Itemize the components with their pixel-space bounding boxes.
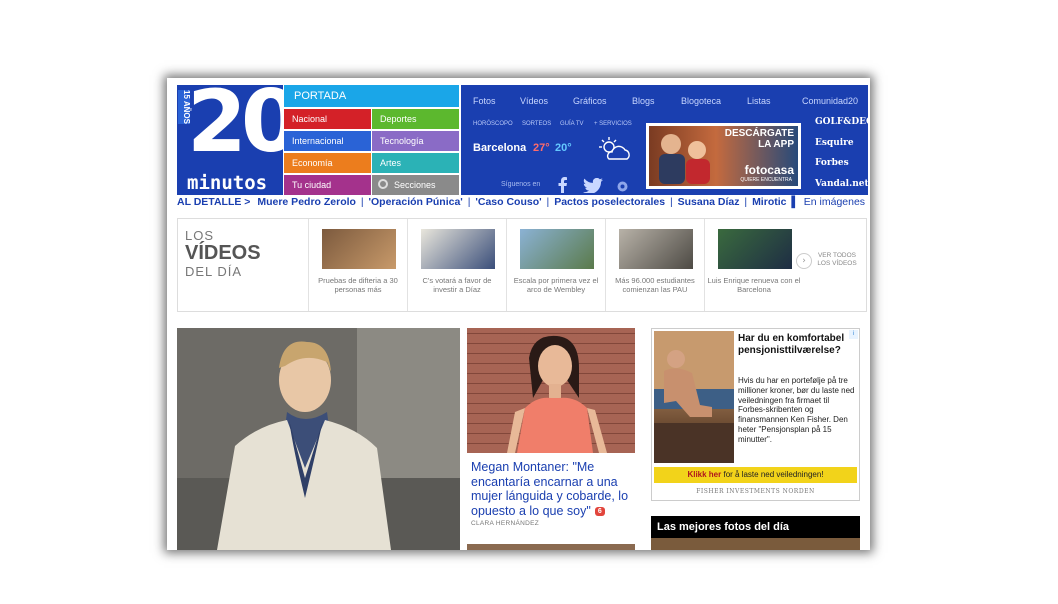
lead-photo[interactable] — [177, 328, 460, 550]
videos-title-del-dia: DEL DÍA — [185, 264, 243, 279]
ad-people-image — [659, 134, 710, 184]
ad-headline: DESCÁRGATE LA APP — [724, 128, 794, 150]
videos-of-the-day: LOS VÍDEOS DEL DÍA Pruebas de difteria a… — [177, 218, 867, 312]
twitter-icon[interactable] — [583, 178, 603, 193]
story-photo[interactable] — [467, 328, 635, 453]
subnav-0[interactable]: HORÓSCOPO — [473, 121, 513, 127]
logo-number: 20 — [187, 85, 283, 172]
partner-1[interactable]: Esquire — [815, 139, 854, 148]
video-thumbnail[interactable] — [421, 229, 495, 269]
topnav-3[interactable]: Blogs — [632, 97, 655, 106]
video-caption[interactable]: Más 96.000 estudiantes comienzan las PAU — [608, 276, 702, 295]
breaking-item[interactable]: 'Operación Púnica' — [369, 196, 463, 208]
topnav-5[interactable]: Listas — [747, 97, 771, 106]
side-ad-cta[interactable]: Klikk her for å laste ned veiledningen! — [654, 467, 857, 483]
weather-city[interactable]: Barcelona — [473, 143, 526, 154]
section-deportes[interactable]: Deportes — [372, 109, 459, 129]
browser-screenshot: 15 AÑOS 20 minutos PORTADA Nacional Depor… — [167, 78, 870, 550]
header-ad-banner[interactable]: DESCÁRGATE LA APP fotocasa QUIERE ENCUENT… — [646, 123, 801, 189]
section-nacional[interactable]: Nacional — [284, 109, 371, 129]
video-thumbnail[interactable] — [520, 229, 594, 269]
video-thumbnail[interactable] — [619, 229, 693, 269]
video-item[interactable]: Escala por primera vez el arco de Wemble… — [506, 219, 605, 311]
topnav-0[interactable]: Fotos — [473, 97, 496, 106]
topnav-6[interactable]: Comunidad20 — [802, 97, 858, 106]
breaking-item[interactable]: Pactos poselectorales — [554, 196, 665, 208]
next-story-photo[interactable] — [467, 544, 635, 550]
side-ad[interactable]: Har du en komfortabel pensjonisttilværel… — [651, 328, 860, 501]
social-label: Síguenos en — [501, 181, 541, 188]
site-logo[interactable]: 15 AÑOS 20 minutos — [177, 85, 283, 195]
side-ad-image — [654, 331, 734, 463]
comments-count-badge[interactable]: 6 — [594, 506, 605, 516]
side-ad-footer: FISHER INVESTMENTS NORDEN — [696, 488, 815, 495]
topnav-4[interactable]: Blogoteca — [681, 97, 721, 106]
section-tu-ciudad[interactable]: Tu ciudad — [284, 175, 371, 195]
ad-brand: fotocasa — [744, 163, 794, 177]
lead-photo-image — [177, 328, 460, 550]
partner-3[interactable]: Vandal.net — [815, 180, 869, 189]
breaking-item[interactable]: 'Caso Couso' — [475, 196, 541, 208]
video-caption[interactable]: C's votará a favor de investir a Díaz — [410, 276, 504, 295]
partner-0[interactable]: GOLF&DEO — [815, 118, 870, 127]
video-caption[interactable]: Escala por primera vez el arco de Wemble… — [509, 276, 603, 295]
subnav-1[interactable]: SORTEOS — [522, 121, 551, 127]
video-caption[interactable]: Luis Enrique renueva con el Barcelona — [707, 276, 801, 295]
gear-icon — [378, 179, 388, 189]
side-ad-title: Har du en komfortabel pensjonisttilværel… — [738, 333, 845, 356]
breaking-item[interactable]: Susana Díaz — [678, 196, 740, 208]
story-headline[interactable]: Megan Montaner: "Me encantaría encarnar … — [471, 460, 635, 518]
story-photo-image — [507, 335, 607, 453]
top-bar: Fotos Vídeos Gráficos Blogs Blogoteca Listas C… — [461, 85, 870, 195]
weather-sun-cloud-icon — [599, 137, 630, 160]
best-photos-strip[interactable] — [651, 538, 860, 550]
section-econom-a[interactable]: Economía — [284, 153, 371, 173]
video-thumbnail[interactable] — [718, 229, 792, 269]
best-photos-header[interactable]: Las mejores fotos del día — [651, 516, 860, 538]
video-caption[interactable]: Pruebas de difteria a 30 personas más — [311, 276, 405, 295]
breaking-lead[interactable]: AL DETALLE > — [177, 196, 250, 208]
section-portada[interactable]: PORTADA — [284, 85, 459, 107]
breaking-gallery-link[interactable]: En imágenes — [804, 196, 865, 208]
video-item[interactable]: C's votará a favor de investir a Díaz — [407, 219, 506, 311]
video-item[interactable]: Más 96.000 estudiantes comienzan las PAU — [605, 219, 704, 311]
topnav-2[interactable]: Gráficos — [573, 97, 607, 106]
more-social-icon[interactable] — [617, 181, 628, 192]
ad-tagline: QUIERE ENCUENTRA — [740, 177, 792, 183]
videos-title-videos: VÍDEOS — [185, 242, 261, 264]
video-item[interactable]: Pruebas de difteria a 30 personas más — [308, 219, 407, 311]
subnav-2[interactable]: GUÍA TV — [560, 121, 584, 127]
partner-2[interactable]: Forbes — [815, 159, 849, 168]
breaking-news-bar: AL DETALLE > Muere Pedro Zerolo | 'Opera… — [177, 196, 866, 208]
video-thumbnail[interactable] — [322, 229, 396, 269]
weather-max: 27° — [533, 142, 550, 154]
side-ad-body: Hvis du har en portefølje på tre million… — [738, 376, 855, 444]
subnav-3[interactable]: + SERVICIOS — [594, 121, 632, 127]
ad-info-icon[interactable]: i — [849, 330, 858, 339]
video-item[interactable]: Luis Enrique renueva con el Barcelona — [704, 219, 803, 311]
breaking-item[interactable]: Mirotic — [752, 196, 786, 208]
videos-next-arrow-icon[interactable]: › — [796, 253, 812, 269]
logo-word: minutos — [187, 172, 268, 194]
story-byline: CLARA HERNÁNDEZ — [471, 520, 540, 527]
videos-title-los: LOS — [185, 228, 215, 243]
see-all-videos-link[interactable]: VER TODOS LOS VÍDEOS — [811, 252, 863, 269]
section-tecnolog-a[interactable]: Tecnología — [372, 131, 459, 151]
weather-min: 20° — [555, 142, 572, 154]
topnav-1[interactable]: Vídeos — [520, 97, 548, 106]
facebook-icon[interactable] — [558, 177, 568, 193]
section-artes[interactable]: Artes — [372, 153, 459, 173]
breaking-item[interactable]: Muere Pedro Zerolo — [257, 196, 356, 208]
section-internacional[interactable]: Internacional — [284, 131, 371, 151]
